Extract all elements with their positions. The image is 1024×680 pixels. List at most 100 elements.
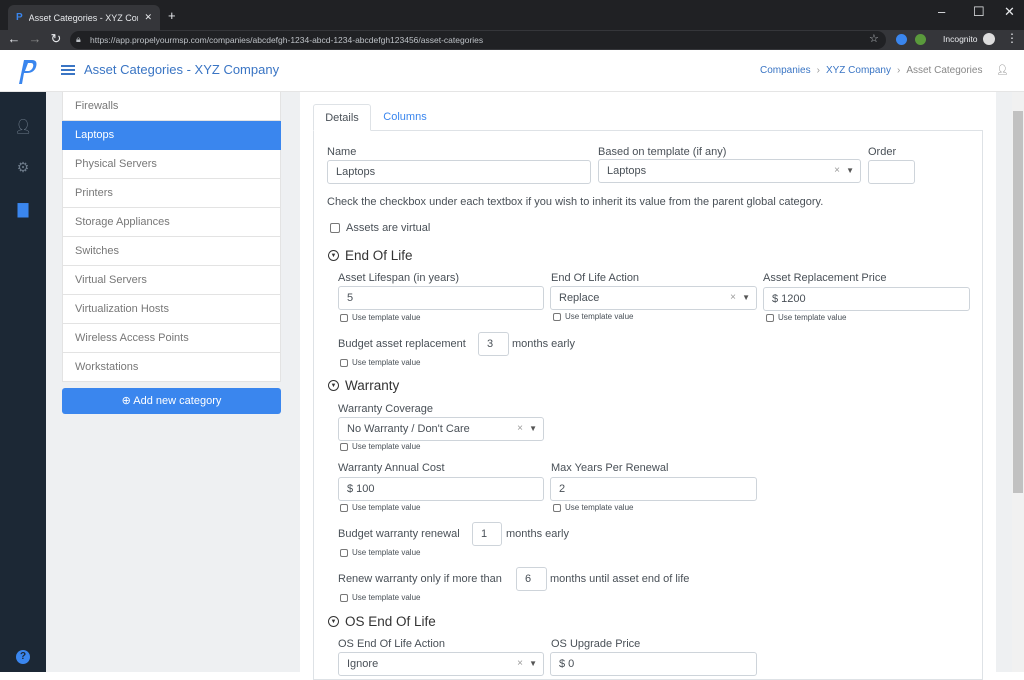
category-item[interactable]: Laptops (62, 121, 281, 150)
scrollbar-thumb[interactable] (1013, 111, 1023, 493)
os-action-select[interactable]: Ignore × ▼ (338, 652, 544, 676)
url-field[interactable]: https://app.propelyourmsp.com/companies/… (70, 31, 886, 49)
budget-warranty-input[interactable]: 1 (472, 522, 502, 546)
add-category-label: Add new category (133, 395, 222, 407)
os-price-input[interactable]: $ 0 (550, 652, 757, 676)
category-item[interactable]: Wireless Access Points (62, 324, 281, 353)
breadcrumb: Companies › XYZ Company › Asset Categori… (760, 65, 982, 76)
budget-replacement-input[interactable]: 3 (478, 332, 509, 356)
back-icon[interactable]: ← (6, 31, 22, 46)
help-icon[interactable]: ? (0, 646, 46, 664)
category-item[interactable]: Virtualization Hosts (62, 295, 281, 324)
left-rail (0, 92, 46, 672)
template-checkbox[interactable] (340, 313, 348, 322)
category-item[interactable]: Physical Servers (62, 150, 281, 179)
tab-columns[interactable]: Columns (375, 104, 435, 131)
template-checkbox[interactable] (340, 503, 348, 512)
eol-action-label: End Of Life Action (551, 272, 640, 284)
caret-down-icon: ▼ (529, 424, 537, 433)
extension-green-icon[interactable] (915, 34, 926, 45)
eol-action-use-template[interactable]: Use template value (553, 312, 633, 321)
os-action-label: OS End Of Life Action (338, 638, 446, 650)
user-icon[interactable]: 👤︎ (996, 65, 1009, 76)
reload-icon[interactable]: ↻ (48, 31, 64, 47)
incognito-icon[interactable] (983, 33, 995, 45)
bookmark-star-icon[interactable]: ☆ (869, 32, 879, 45)
caret-down-icon: ▼ (846, 166, 854, 175)
category-item[interactable]: Printers (62, 179, 281, 208)
close-tab-icon[interactable]: ✕ (144, 12, 152, 23)
user-nav-icon[interactable]: 👤︎ (0, 118, 46, 135)
category-item[interactable]: Workstations (62, 353, 281, 382)
category-item[interactable]: Virtual Servers (62, 266, 281, 295)
budget-use-template[interactable]: Use template value (340, 358, 420, 367)
os-eol-heading: OS End Of Life (345, 614, 436, 629)
order-input[interactable] (868, 160, 915, 184)
category-item[interactable]: Firewalls (62, 92, 281, 121)
price-input[interactable]: $ 1200 (763, 287, 970, 311)
warranty-section-toggle[interactable]: ▼ Warranty (328, 378, 399, 393)
renew-warranty-input[interactable]: 6 (516, 567, 547, 591)
template-checkbox[interactable] (766, 313, 774, 322)
clear-icon[interactable]: × (730, 287, 736, 309)
category-item[interactable]: Storage Appliances (62, 208, 281, 237)
menu-toggle-icon[interactable] (61, 63, 75, 77)
template-checkbox[interactable] (553, 503, 561, 512)
os-eol-section-toggle[interactable]: ▼ OS End Of Life (328, 614, 436, 629)
template-checkbox[interactable] (553, 312, 561, 321)
breadcrumb-company[interactable]: XYZ Company (826, 65, 891, 76)
propel-logo-icon[interactable] (14, 58, 38, 86)
price-use-template[interactable]: Use template value (766, 313, 846, 322)
template-checkbox[interactable] (340, 442, 348, 451)
extension-icon[interactable] (896, 34, 907, 45)
lifespan-use-template[interactable]: Use template value (340, 313, 420, 322)
forward-icon[interactable]: → (27, 31, 43, 46)
renew-use-template[interactable]: Use template value (340, 593, 420, 602)
close-window-icon[interactable]: ✕ (1004, 4, 1015, 20)
chevron-circle-icon: ▼ (328, 616, 339, 627)
budget-replacement-label: Budget asset replacement (338, 338, 466, 350)
budget-replacement-suffix: months early (512, 338, 575, 350)
coverage-select[interactable]: No Warranty / Don't Care × ▼ (338, 417, 544, 441)
breadcrumb-current: Asset Categories (906, 65, 983, 76)
years-use-template[interactable]: Use template value (553, 503, 633, 512)
browser-tab[interactable]: P Asset Categories - XYZ Company ✕ (8, 5, 160, 30)
coverage-label: Warranty Coverage (338, 403, 433, 415)
gear-icon[interactable]: ⚙ (0, 159, 46, 176)
lifespan-input[interactable]: 5 (338, 286, 544, 310)
category-item[interactable]: Switches (62, 237, 281, 266)
template-checkbox[interactable] (340, 358, 348, 367)
max-years-input[interactable]: 2 (550, 477, 757, 501)
breadcrumb-companies[interactable]: Companies (760, 65, 811, 76)
folder-icon[interactable]: ▇ (0, 201, 46, 218)
menu-dots-icon[interactable]: ⋮ (1006, 31, 1018, 45)
virtual-checkbox[interactable] (330, 223, 340, 233)
template-checkbox[interactable] (340, 548, 348, 557)
eol-action-select[interactable]: Replace × ▼ (550, 286, 757, 310)
eol-section-toggle[interactable]: ▼ End Of Life (328, 248, 413, 263)
add-category-button[interactable]: ⊕ Add new category (62, 388, 281, 414)
budget-warranty-use-template[interactable]: Use template value (340, 548, 420, 557)
inherit-hint: Check the checkbox under each textbox if… (327, 196, 824, 208)
annual-cost-input[interactable]: $ 100 (338, 477, 544, 501)
eol-action-value: Replace (559, 292, 600, 304)
name-label: Name (327, 146, 357, 158)
coverage-use-template[interactable]: Use template value (340, 442, 420, 451)
maximize-icon[interactable]: ☐ (973, 4, 985, 20)
cost-use-template[interactable]: Use template value (340, 503, 420, 512)
virtual-label: Assets are virtual (346, 222, 431, 234)
template-select[interactable]: Laptops × ▼ (598, 159, 861, 183)
use-template-label: Use template value (565, 503, 634, 512)
coverage-value: No Warranty / Don't Care (347, 423, 470, 435)
os-price-label: OS Upgrade Price (551, 638, 641, 650)
new-tab-icon[interactable]: + (168, 8, 176, 23)
clear-icon[interactable]: × (834, 160, 840, 182)
clear-icon[interactable]: × (517, 418, 523, 440)
name-input[interactable]: Laptops (327, 160, 591, 184)
tab-details[interactable]: Details (313, 104, 371, 131)
minimize-icon[interactable]: – (938, 4, 945, 19)
budget-warranty-label: Budget warranty renewal (338, 528, 460, 540)
chevron-circle-icon: ▼ (328, 250, 339, 261)
template-checkbox[interactable] (340, 593, 348, 602)
virtual-row: Assets are virtual (330, 222, 430, 234)
